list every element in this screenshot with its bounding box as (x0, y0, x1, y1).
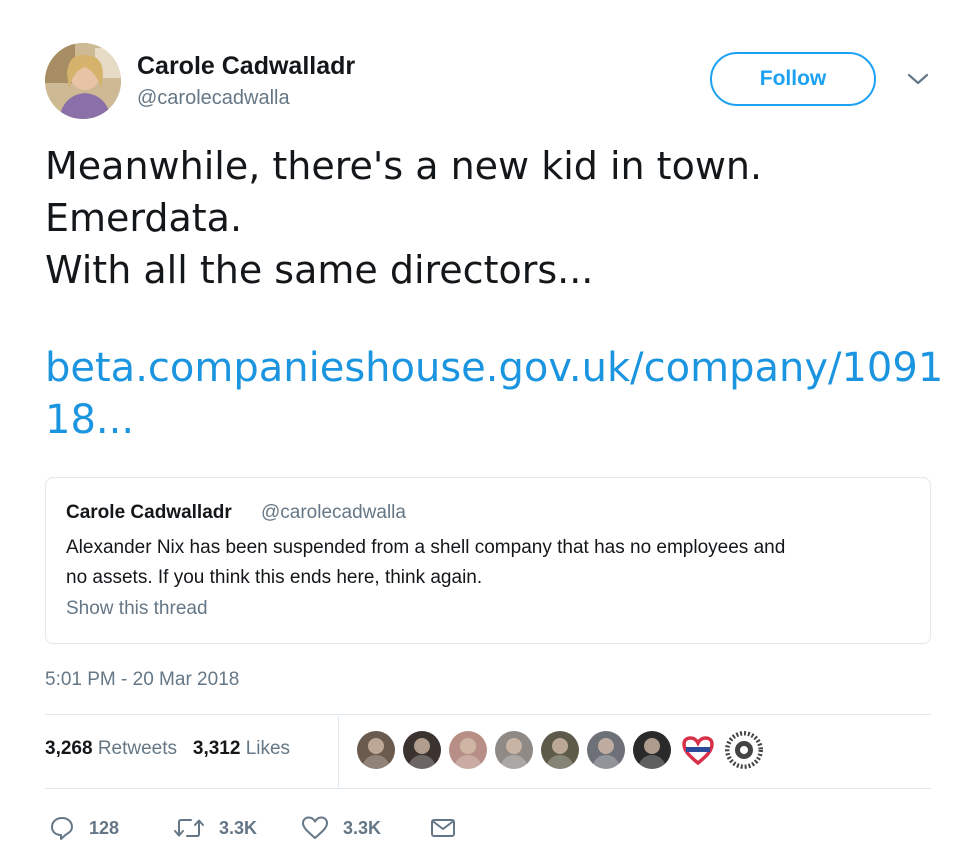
tweet-text-line: Emerdata. (45, 196, 243, 240)
liker-avatar-9[interactable] (725, 731, 763, 769)
follow-button[interactable]: Follow (710, 52, 876, 106)
liker-avatar-8[interactable] (679, 731, 717, 769)
quoted-text-line: Alexander Nix has been suspended from a … (66, 537, 786, 558)
liker-avatar-4[interactable] (495, 731, 533, 769)
tweet-actions: 128 3.3K 3.3K (45, 810, 545, 846)
retweets-stat[interactable]: 3,268 Retweets (45, 738, 177, 759)
likes-label: Likes (245, 738, 291, 759)
heart-icon (301, 815, 329, 841)
likes-stat[interactable]: 3,312 Likes (193, 738, 290, 759)
retweet-button[interactable]: 3.3K (173, 810, 257, 846)
likes-count: 3,312 (192, 738, 241, 759)
divider (45, 788, 931, 789)
tweet-text-line: With all the same directors... (45, 248, 594, 292)
tweet: Carole Cadwalladr @carolecadwalla Follow… (0, 0, 980, 863)
retweets-count: 3,268 (45, 738, 93, 759)
liker-avatar-7[interactable] (633, 731, 671, 769)
retweets-label: Retweets (97, 738, 178, 759)
liker-avatar-1[interactable] (357, 731, 395, 769)
tweet-link[interactable]: beta.companieshouse.gov.uk/company/1091 … (45, 342, 943, 446)
direct-message-button[interactable] (429, 810, 457, 846)
tweet-link-line[interactable]: 18... (45, 394, 925, 446)
quoted-author-name: Carole Cadwalladr (66, 502, 232, 523)
show-thread-link[interactable]: Show this thread (66, 598, 208, 620)
reply-button[interactable]: 128 (49, 810, 119, 846)
liker-avatar-5[interactable] (541, 731, 579, 769)
tweet-link-line[interactable]: beta.companieshouse.gov.uk/company/1091 (45, 342, 943, 394)
tweet-text: Meanwhile, there's a new kid in town. Em… (45, 140, 925, 296)
reply-count: 128 (89, 817, 120, 838)
reply-icon (49, 815, 75, 841)
liker-avatar-6[interactable] (587, 731, 625, 769)
like-count: 3.3K (343, 817, 382, 838)
quoted-text: Alexander Nix has been suspended from a … (66, 533, 916, 593)
quoted-tweet[interactable]: Carole Cadwalladr @carolecadwalla Alexan… (45, 477, 931, 644)
divider (45, 714, 931, 715)
timestamp[interactable]: 5:01 PM - 20 Mar 2018 (45, 669, 239, 691)
author-name[interactable]: Carole Cadwalladr (137, 52, 355, 81)
quoted-text-line: no assets. If you think this ends here, … (66, 567, 483, 588)
author-avatar[interactable] (45, 43, 121, 119)
liker-avatar-3[interactable] (449, 731, 487, 769)
quoted-author-handle: @carolecadwalla (261, 502, 406, 523)
chevron-down-icon[interactable] (905, 68, 931, 90)
stats-divider (338, 716, 339, 788)
retweet-count: 3.3K (219, 817, 258, 838)
author-handle[interactable]: @carolecadwalla (137, 87, 290, 110)
engagement-stats: 3,268 Retweets 3,312 Likes (45, 738, 290, 760)
tweet-text-line: Meanwhile, there's a new kid in town. (45, 144, 763, 188)
retweet-icon (173, 815, 205, 841)
liker-avatar-2[interactable] (403, 731, 441, 769)
message-icon (429, 815, 457, 841)
like-button[interactable]: 3.3K (301, 810, 381, 846)
